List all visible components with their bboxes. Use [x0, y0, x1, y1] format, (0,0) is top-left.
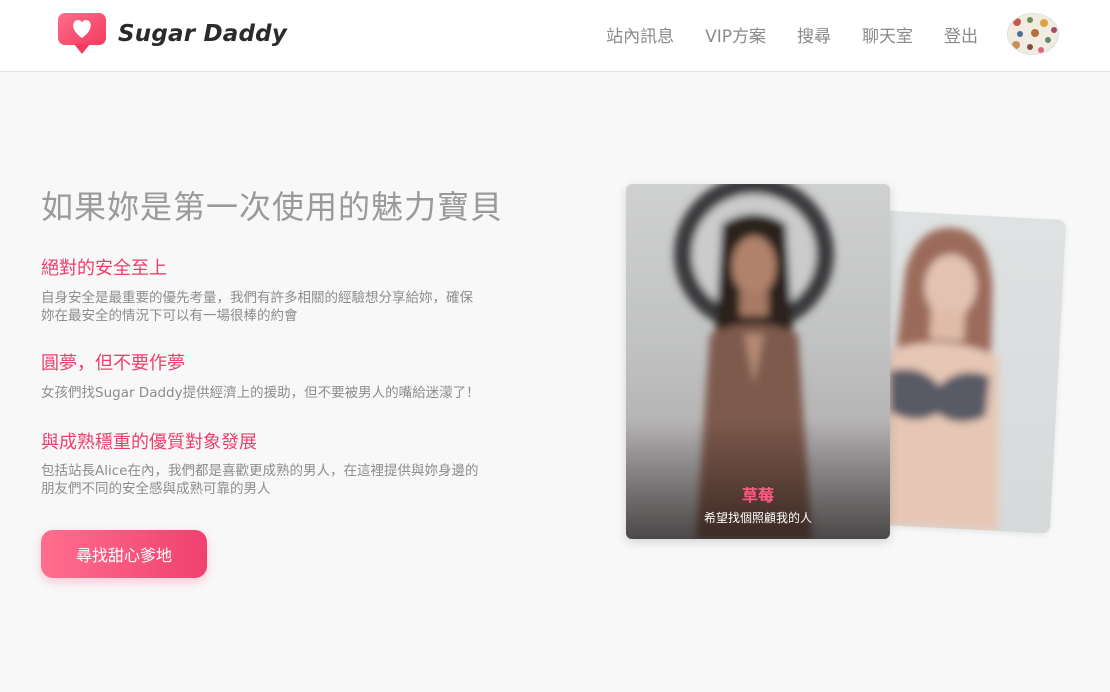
profile-card-front[interactable]: 草莓 希望找個照顧我的人 — [626, 184, 890, 539]
nav-item-logout[interactable]: 登出 — [944, 22, 978, 47]
find-sugar-daddy-button[interactable]: 尋找甜心爹地 — [41, 530, 207, 578]
nav-item-chatroom[interactable]: 聊天室 — [862, 22, 913, 47]
section-body-line: 包括站長Alice在內，我們都是喜歡更成熟的男人，在這裡提供與妳身邊的 — [41, 463, 479, 479]
top-navbar: Sugar Daddy 站內訊息 VIP方案 搜尋 聊天室 登出 — [0, 0, 1110, 72]
main-nav: 站內訊息 VIP方案 搜尋 聊天室 登出 — [575, 22, 978, 47]
profile-photo — [871, 227, 999, 531]
section-title-mature: 與成熟穩重的優質對象發展 — [41, 432, 257, 453]
nav-item-search[interactable]: 搜尋 — [797, 22, 831, 47]
avatar-image — [1008, 14, 1058, 54]
heart-chat-icon — [58, 13, 106, 54]
profile-card-back[interactable] — [861, 210, 1067, 534]
section-body-line: 自身安全是最重要的優先考量，我們有許多相關的經驗想分享給妳，確保 — [41, 290, 473, 306]
profile-name: 草莓 — [741, 486, 774, 505]
nav-item-vip[interactable]: VIP方案 — [705, 22, 766, 47]
section-body-line: 妳在最安全的情況下可以有一場很棒的約會 — [41, 308, 298, 324]
nav-item-messages[interactable]: 站內訊息 — [606, 22, 674, 47]
section-title-dream: 圓夢，但不要作夢 — [41, 353, 185, 374]
section-body-line: 朋友們不同的安全感與成熟可靠的男人 — [41, 481, 271, 497]
profile-subtitle: 希望找個照顧我的人 — [703, 511, 812, 525]
section-title-safety: 絕對的安全至上 — [41, 258, 167, 279]
page-headline: 如果妳是第一次使用的魅力寶貝 — [41, 188, 504, 226]
brand-name: Sugar Daddy — [118, 21, 288, 47]
brand-logo[interactable]: Sugar Daddy — [56, 12, 287, 56]
section-body-safety: 自身安全是最重要的優先考量，我們有許多相關的經驗想分享給妳，確保 妳在最安全的情… — [41, 289, 511, 325]
user-avatar[interactable] — [1007, 13, 1059, 55]
section-body-dream: 女孩們找Sugar Daddy提供經濟上的援助，但不要被男人的嘴給迷濛了！ — [41, 384, 511, 402]
section-body-mature: 包括站長Alice在內，我們都是喜歡更成熟的男人，在這裡提供與妳身邊的 朋友們不… — [41, 462, 511, 498]
section-body-line: 女孩們找Sugar Daddy提供經濟上的援助，但不要被男人的嘴給迷濛了！ — [41, 385, 480, 401]
